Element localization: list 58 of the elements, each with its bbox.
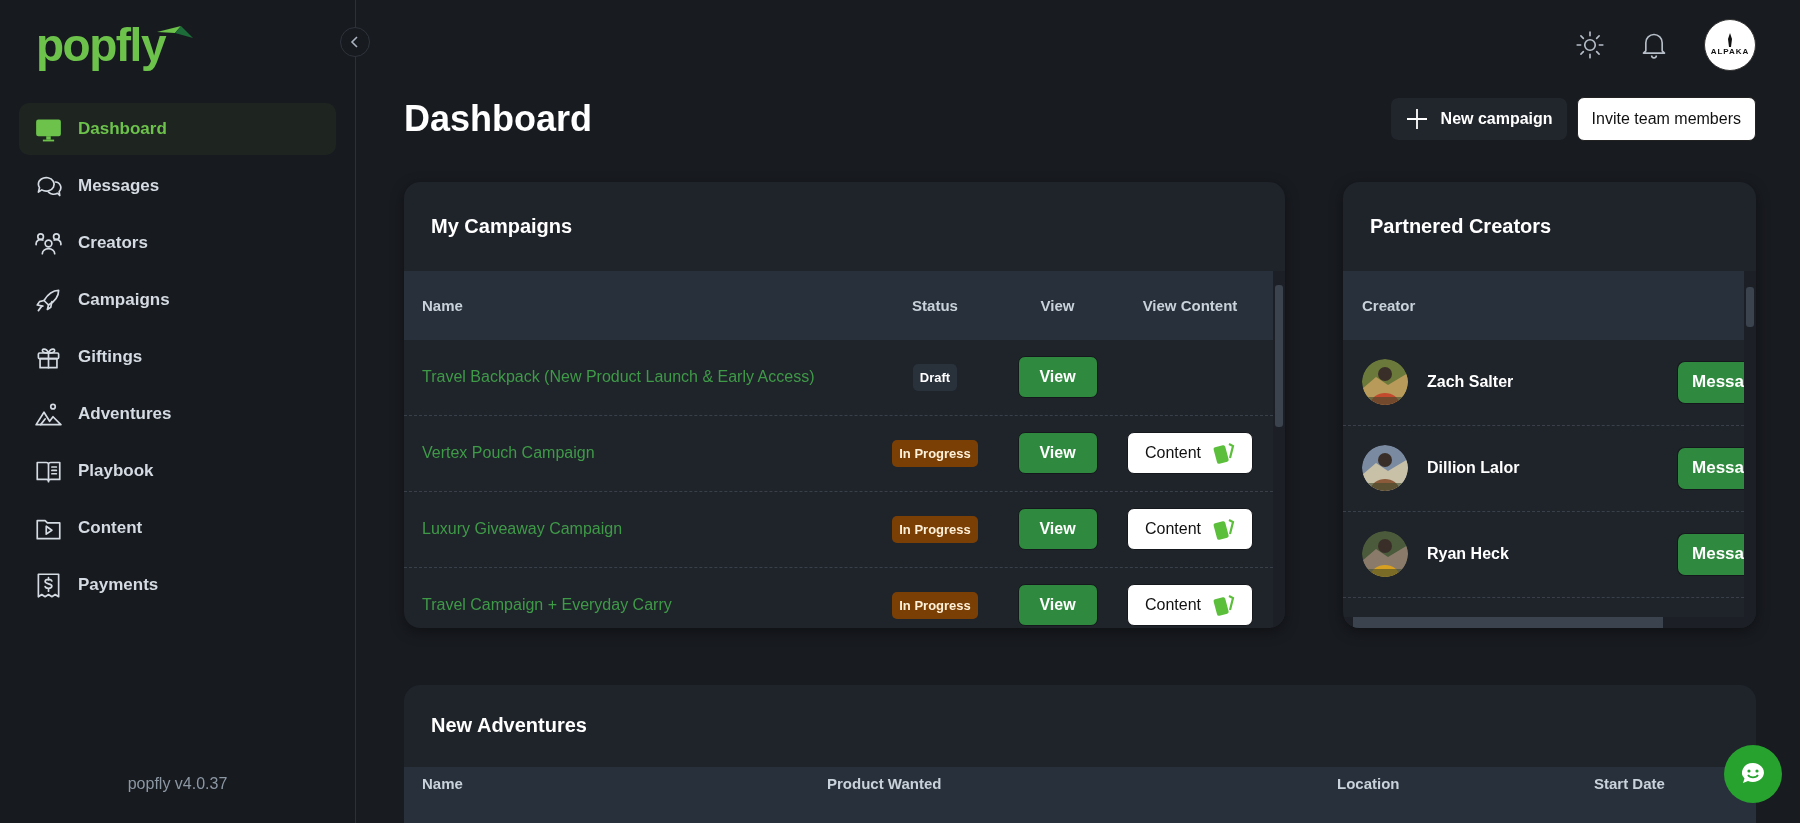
plus-icon xyxy=(1404,106,1429,131)
message-button[interactable]: Messa xyxy=(1677,360,1744,404)
new-campaign-button[interactable]: New campaign xyxy=(1390,97,1567,140)
card-title: Partnered Creators xyxy=(1370,214,1552,238)
creator-name: Ryan Heck xyxy=(1427,545,1510,564)
column-header: Creator xyxy=(1362,296,1416,314)
receipt-dollar-icon xyxy=(35,571,62,599)
nav-item[interactable]: Adventures xyxy=(19,388,336,440)
scrollbar[interactable] xyxy=(1273,270,1285,628)
creator-name: Zach Salter xyxy=(1427,373,1515,392)
nav-item[interactable]: Payments xyxy=(19,559,336,611)
campaign-link[interactable]: Luxury Giveaway Campaign xyxy=(422,520,870,539)
column-header: Status xyxy=(911,296,959,314)
nav-item[interactable]: Messages xyxy=(19,160,336,212)
column-header: Name xyxy=(422,774,464,794)
view-button[interactable]: View xyxy=(1017,432,1098,475)
column-header: View Content xyxy=(1141,296,1239,314)
column-header: Start Date xyxy=(1594,774,1666,794)
column-header: Location xyxy=(1337,774,1401,794)
sun-icon[interactable] xyxy=(1576,30,1604,59)
account-avatar[interactable]: ALPAKA xyxy=(1704,18,1756,71)
nav-item[interactable]: Playbook xyxy=(19,445,336,497)
view-button[interactable]: View xyxy=(1017,508,1098,551)
campaign-link[interactable]: Travel Campaign + Everyday Carry xyxy=(422,596,870,615)
content-button[interactable]: Content xyxy=(1127,432,1253,475)
column-header: View xyxy=(1039,296,1076,314)
nav-item[interactable]: Content xyxy=(19,502,336,554)
view-button[interactable]: View xyxy=(1017,356,1098,399)
content-button[interactable]: Content xyxy=(1127,508,1253,551)
invite-button[interactable]: Invite team members xyxy=(1576,96,1756,141)
scrollbar[interactable] xyxy=(1744,270,1756,628)
nav-item[interactable]: Campaigns xyxy=(19,274,336,326)
nav-item[interactable]: Giftings xyxy=(19,331,336,383)
cards-icon xyxy=(1213,441,1235,466)
status-badge: Draft xyxy=(912,363,958,391)
page-title: Dashboard xyxy=(404,97,594,140)
version-text: popfly v4.0.37 xyxy=(127,775,228,794)
collapse-button[interactable] xyxy=(340,27,370,57)
creator-name: Dillion Lalor xyxy=(1427,459,1521,478)
status-badge: In Progress xyxy=(892,591,978,619)
column-header: Name xyxy=(422,296,464,314)
cards-icon xyxy=(1213,593,1235,618)
nav-item[interactable]: Dashboard xyxy=(19,103,336,155)
campaign-link[interactable]: Vertex Pouch Campaign xyxy=(422,444,870,463)
view-button[interactable]: View xyxy=(1017,584,1098,627)
message-button[interactable]: Messa xyxy=(1677,446,1744,490)
message-button[interactable]: Messa xyxy=(1677,532,1744,576)
card-title: New Adventures xyxy=(431,714,587,738)
column-header: Product Wanted xyxy=(827,774,943,794)
card-title: My Campaigns xyxy=(431,214,573,238)
content-button[interactable]: Content xyxy=(1127,584,1253,627)
chat-button[interactable] xyxy=(1724,745,1782,803)
nav-item[interactable]: Creators xyxy=(19,217,336,269)
scrollbar[interactable] xyxy=(1343,616,1744,628)
campaign-link[interactable]: Travel Backpack (New Product Launch & Early Access) xyxy=(422,368,870,387)
status-badge: In Progress xyxy=(892,515,978,543)
cards-icon xyxy=(1213,517,1235,542)
status-badge: In Progress xyxy=(892,439,978,467)
